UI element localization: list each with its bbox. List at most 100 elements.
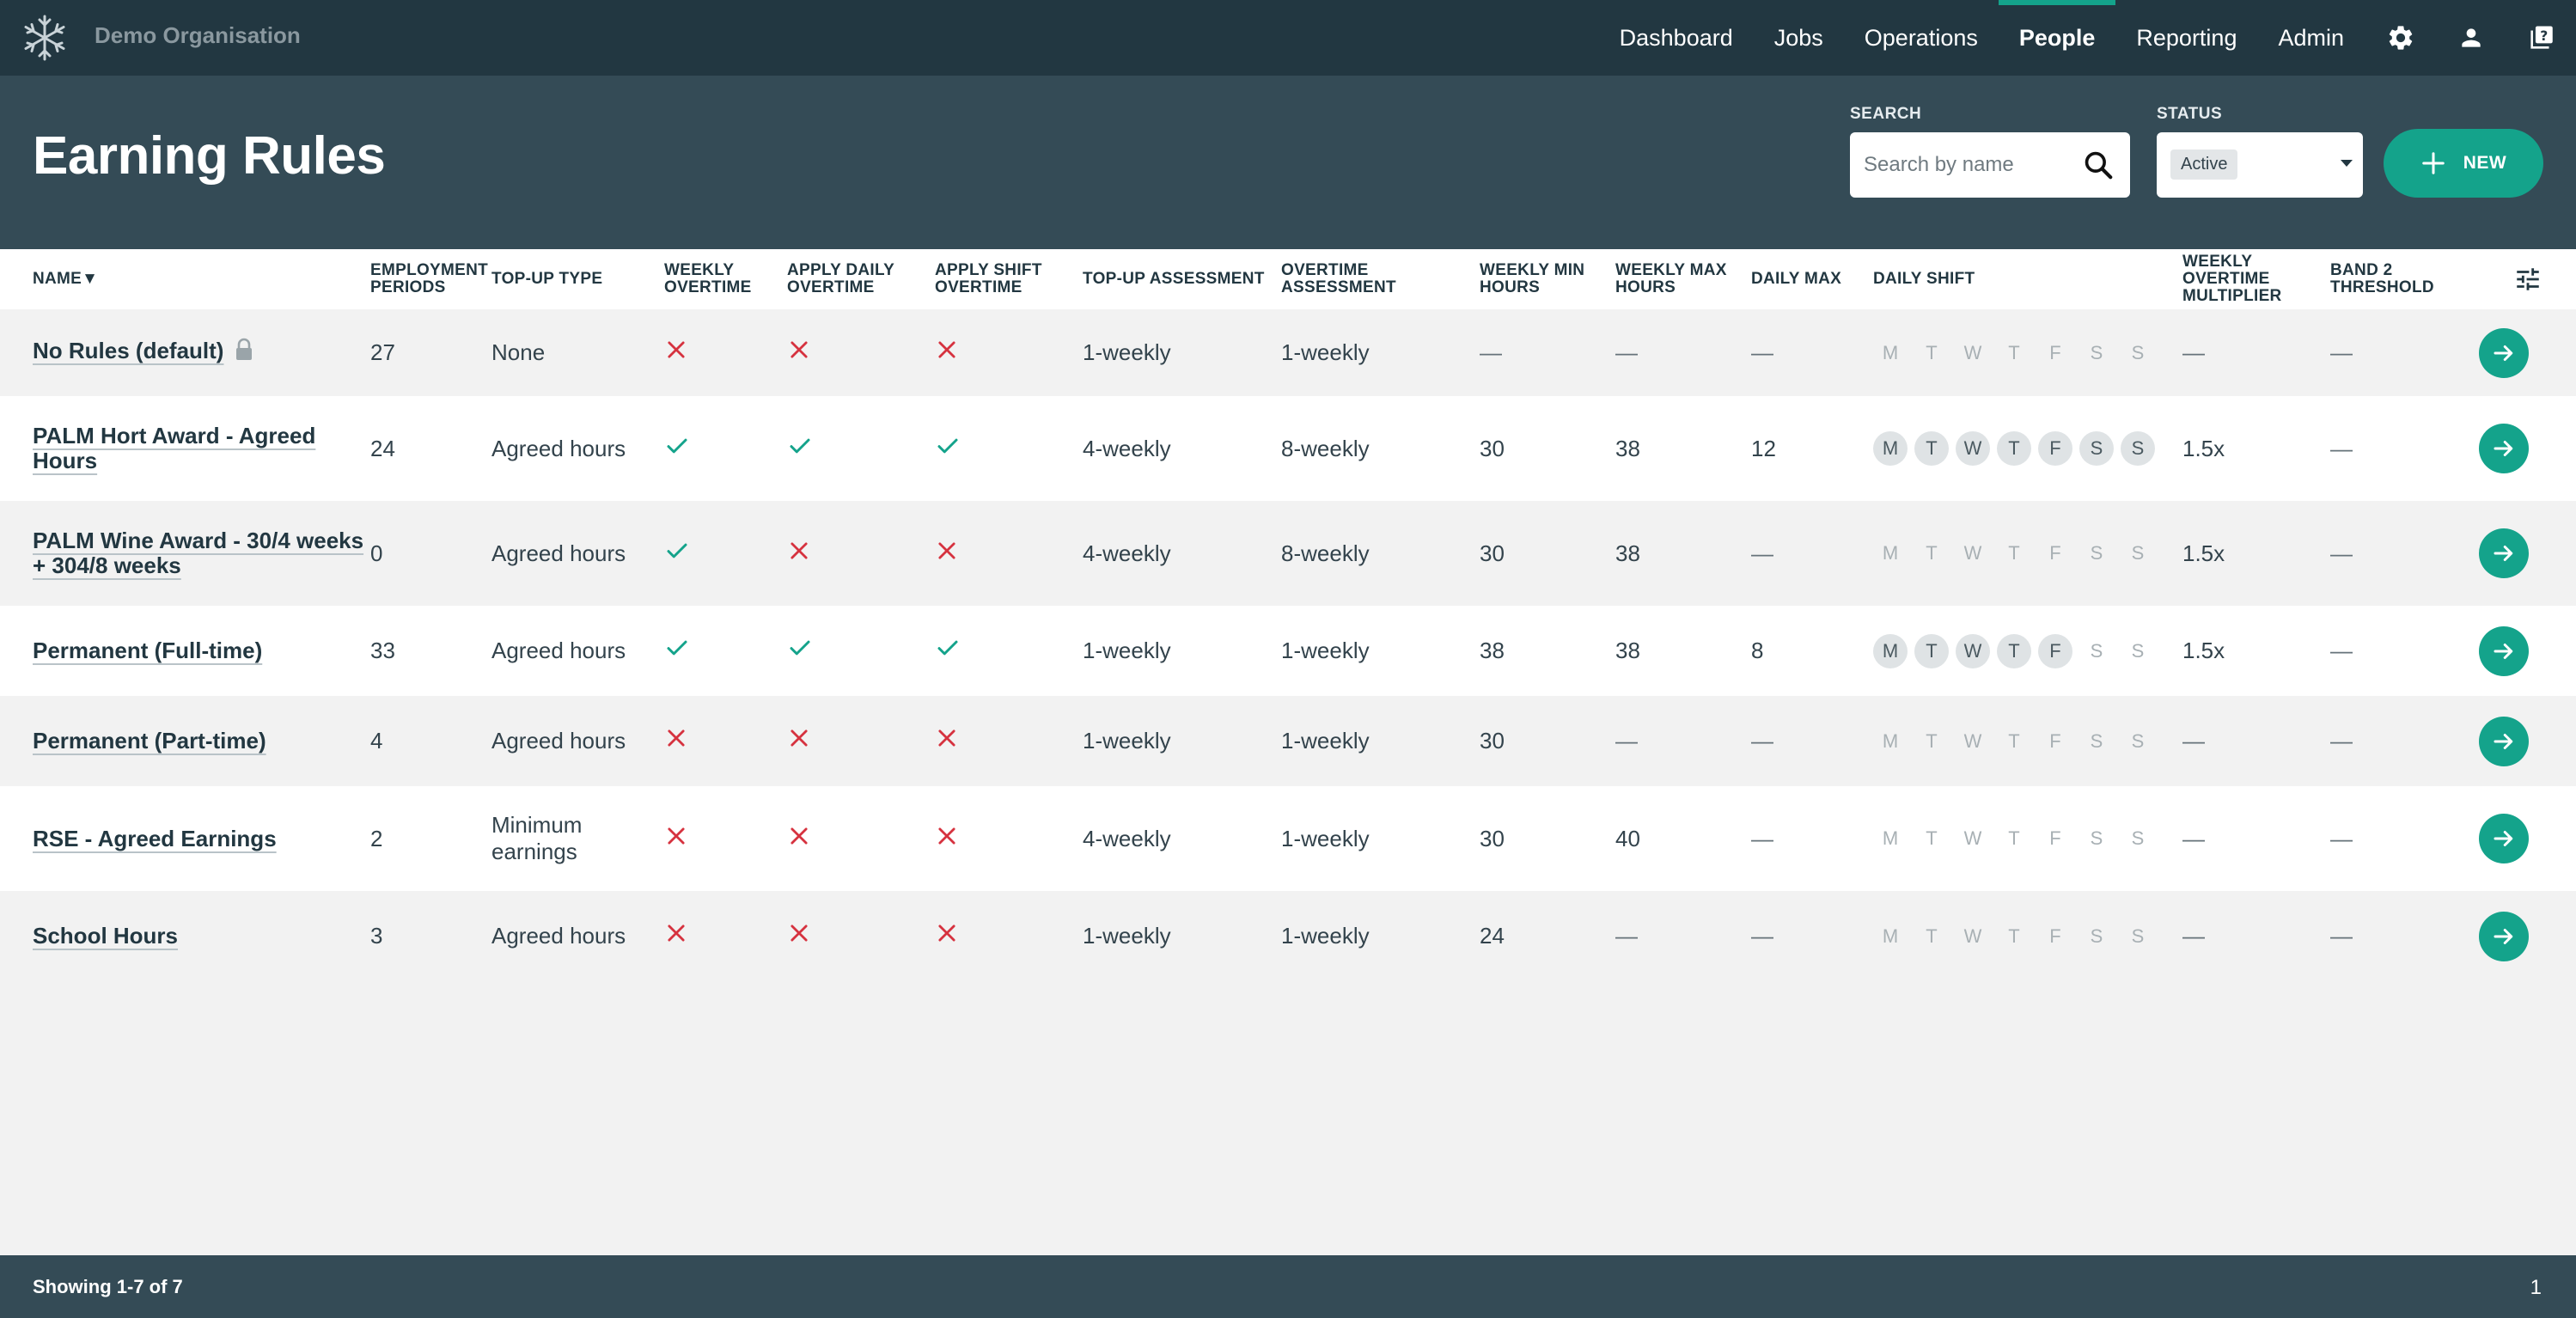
nav-jobs[interactable]: Jobs	[1774, 0, 1823, 76]
row-action-cell	[2479, 696, 2576, 786]
arrow-right-icon	[2494, 928, 2513, 944]
status-label: STATUS	[2157, 105, 2223, 123]
table-row[interactable]: RSE - Agreed Earnings 2 Minimum earnings 4-…	[0, 786, 2576, 891]
daily-shift-cell: MTWTFSS	[1873, 786, 2182, 891]
nav-admin[interactable]: Admin	[2278, 0, 2344, 76]
table-row[interactable]: PALM Wine Award - 30/4 weeks + 304/8 wee…	[0, 501, 2576, 606]
open-rule-button[interactable]	[2479, 528, 2529, 578]
rule-name-link[interactable]: PALM Wine Award - 30/4 weeks + 304/8 wee…	[33, 528, 370, 578]
rule-name-link[interactable]: PALM Hort Award - Agreed Hours	[33, 423, 370, 473]
shift-day-badge: W	[1963, 729, 1982, 752]
col-header-weekly-max-hours[interactable]: WEEKLY MAX HOURS	[1615, 249, 1751, 309]
topup-assessment-cell: 1-weekly	[1083, 696, 1281, 786]
col-header-topup-type[interactable]: TOP-UP TYPE	[491, 249, 664, 309]
cross-icon	[935, 924, 959, 950]
daily-max-cell-value: —	[1751, 923, 1773, 949]
daily-shift-cell: MTWTFSS	[1873, 606, 2182, 696]
page-number[interactable]: 1	[2530, 1276, 2542, 1300]
weekly-min-hours-cell: 30	[1480, 501, 1615, 606]
rule-name-link[interactable]: No Rules (default)	[33, 339, 223, 363]
nav-reporting[interactable]: Reporting	[2136, 0, 2237, 76]
shift-day-badge: T	[1926, 827, 1938, 849]
check-icon	[787, 438, 813, 464]
open-rule-button[interactable]	[2479, 814, 2529, 863]
topup-type-cell-value: Agreed hours	[491, 728, 626, 754]
col-header-employment-periods[interactable]: EMPLOYMENT PERIODS	[370, 249, 491, 309]
weekly-max-hours-cell-value: 38	[1615, 638, 1640, 663]
snowflake-logo-icon[interactable]	[21, 14, 69, 62]
rule-name-link[interactable]: School Hours	[33, 924, 178, 949]
column-settings-icon[interactable]	[2513, 265, 2542, 294]
employment-periods-cell-value: 27	[370, 339, 395, 365]
employment-periods-cell: 24	[370, 396, 491, 501]
search-label: SEARCH	[1850, 105, 1922, 123]
col-header-band2-threshold[interactable]: BAND 2 THRESHOLD	[2330, 249, 2479, 309]
col-header-apply-daily-overtime[interactable]: APPLY DAILY OVERTIME	[787, 249, 935, 309]
nav-dashboard[interactable]: Dashboard	[1620, 0, 1733, 76]
rule-name-link[interactable]: Permanent (Full-time)	[33, 638, 262, 663]
shift-day-badge: T	[1926, 542, 1938, 564]
table-row[interactable]: School Hours 3 Agreed hours 1-weekly 1-weekl…	[0, 891, 2576, 981]
shift-day-badge: M	[1882, 729, 1899, 752]
weekly-max-hours-cell-value: 38	[1615, 435, 1640, 461]
col-header-daily-shift[interactable]: DAILY SHIFT	[1873, 249, 2182, 309]
open-rule-button[interactable]	[2479, 911, 2529, 961]
search-icon[interactable]	[2082, 149, 2115, 181]
open-rule-button[interactable]	[2479, 625, 2529, 676]
overtime-assessment-cell: 8-weekly	[1281, 501, 1480, 606]
search-placeholder: Search by name	[1864, 153, 2014, 176]
status-select[interactable]: Active	[2157, 132, 2363, 198]
open-rule-button[interactable]	[2479, 327, 2529, 378]
topup-assessment-cell-value: 1-weekly	[1083, 728, 1171, 754]
open-rule-button[interactable]	[2479, 716, 2529, 766]
topup-type-cell: Agreed hours	[491, 606, 664, 696]
cross-icon	[935, 729, 959, 755]
col-header-weekly-min-hours[interactable]: WEEKLY MIN HOURS	[1480, 249, 1615, 309]
band2-threshold-cell: —	[2330, 309, 2479, 396]
col-header-daily-max[interactable]: DAILY MAX	[1751, 249, 1873, 309]
topup-assessment-cell: 1-weekly	[1083, 309, 1281, 396]
topup-assessment-cell: 1-weekly	[1083, 891, 1281, 981]
daily-shift-days: MTWTFSS	[1873, 336, 2182, 370]
col-header-name[interactable]: NAME▼	[0, 249, 370, 309]
topup-assessment-cell: 4-weekly	[1083, 396, 1281, 501]
weekly-min-hours-cell-value: 30	[1480, 825, 1505, 851]
col-header-topup-assessment[interactable]: TOP-UP ASSESSMENT	[1083, 249, 1281, 309]
organisation-name[interactable]: Demo Organisation	[95, 22, 301, 49]
open-rule-button[interactable]	[2479, 424, 2529, 473]
weekly-min-hours-cell-value: —	[1480, 339, 1502, 365]
help-icon[interactable]: ?	[2526, 22, 2557, 53]
weekly-min-hours-cell-value: 24	[1480, 923, 1505, 949]
shift-day-badge: F	[2049, 827, 2061, 849]
col-header-weekly-overtime[interactable]: WEEKLY OVERTIME	[664, 249, 787, 309]
col-header-overtime-assessment[interactable]: OVERTIME ASSESSMENT	[1281, 249, 1480, 309]
shift-day-badge: S	[2131, 639, 2145, 662]
shift-day-badge: S	[2131, 729, 2145, 752]
table-row[interactable]: Permanent (Full-time) 33 Agreed hours 1-wee…	[0, 606, 2576, 696]
new-button[interactable]: NEW	[2384, 129, 2543, 198]
rule-name-link[interactable]: Permanent (Part-time)	[33, 729, 266, 754]
rule-name-link[interactable]: RSE - Agreed Earnings	[33, 826, 277, 851]
apply-daily-overtime-cell	[787, 309, 935, 396]
daily-shift-days: MTWTFSS	[1873, 724, 2182, 759]
overtime-assessment-cell: 1-weekly	[1281, 309, 1480, 396]
weekly-max-hours-cell: —	[1615, 309, 1751, 396]
col-header-weekly-overtime-multiplier[interactable]: WEEKLY OVERTIME MULTIPLIER	[2182, 249, 2330, 309]
gear-icon[interactable]	[2385, 22, 2416, 53]
daily-shift-days: MTWTFSS	[1873, 431, 2182, 466]
topup-type-cell-value: Agreed hours	[491, 638, 626, 663]
table-row[interactable]: Permanent (Part-time) 4 Agreed hours 1-week…	[0, 696, 2576, 786]
table-row[interactable]: PALM Hort Award - Agreed Hours 24 Agreed h…	[0, 396, 2576, 501]
daily-shift-cell: MTWTFSS	[1873, 696, 2182, 786]
col-header-apply-shift-overtime[interactable]: APPLY SHIFT OVERTIME	[935, 249, 1083, 309]
nav-operations[interactable]: Operations	[1865, 0, 1978, 76]
column-settings[interactable]	[2479, 249, 2576, 309]
band2-threshold-cell: —	[2330, 501, 2479, 606]
topup-type-cell-value: Agreed hours	[491, 540, 626, 566]
table-row[interactable]: No Rules (default) 27 None 1-weekly 1-weekly…	[0, 309, 2576, 396]
shift-day-badge: F	[2049, 542, 2061, 564]
nav-people[interactable]: People	[1998, 0, 2115, 76]
search-input[interactable]: Search by name	[1850, 132, 2130, 198]
user-icon[interactable]	[2456, 22, 2487, 53]
weekly-min-hours-cell: 30	[1480, 786, 1615, 891]
